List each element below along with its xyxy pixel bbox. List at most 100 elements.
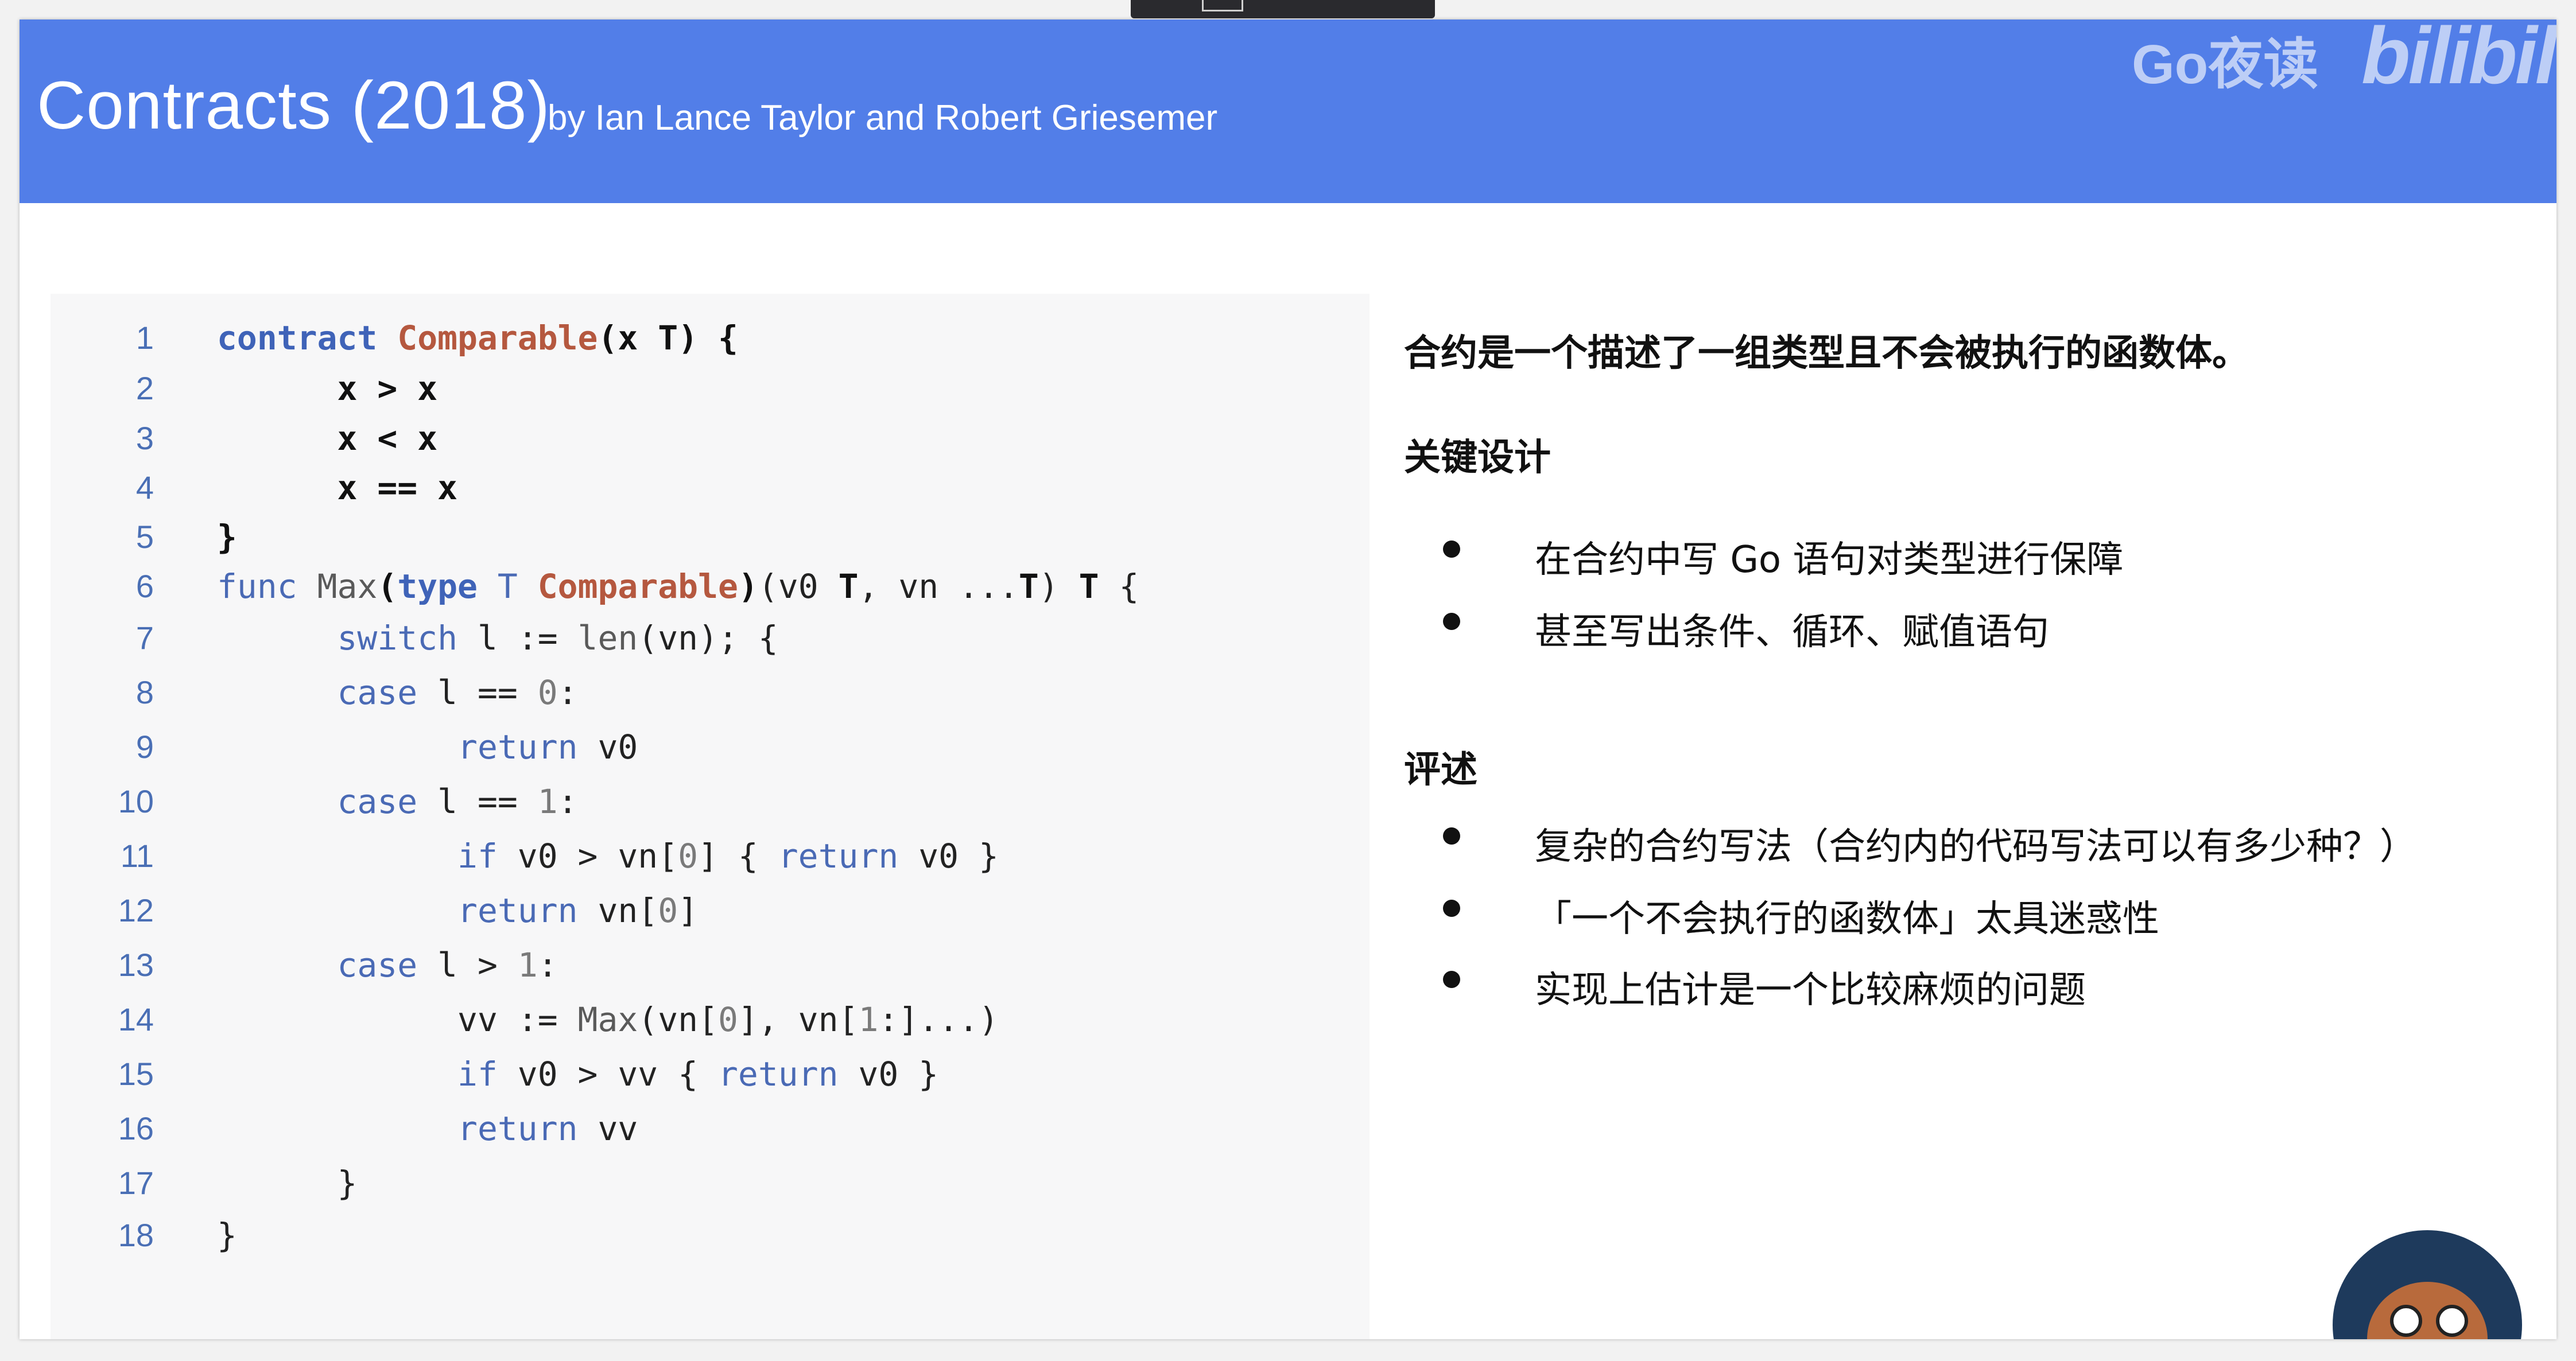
page-title: Contracts (2018) xyxy=(37,68,550,143)
code-token: l := xyxy=(457,619,578,658)
code-token: v0 } xyxy=(838,1055,939,1094)
code-text: func Max(type T Comparable)(v0 T, vn ...… xyxy=(217,561,1139,612)
code-token: 0 xyxy=(658,891,678,930)
code-token: : xyxy=(557,673,578,712)
line-number: 7 xyxy=(135,620,154,656)
code-token: ], vn[ xyxy=(738,1000,859,1039)
line-number: 4 xyxy=(135,469,154,505)
code-text: case l == 1: xyxy=(217,776,578,827)
code-text: } xyxy=(217,1210,237,1261)
code-token: } xyxy=(217,1164,358,1203)
section-title-review: 评述 xyxy=(1404,749,1477,791)
code-token: 1 xyxy=(517,946,538,985)
code-token: type xyxy=(397,567,478,606)
code-token: Comparable xyxy=(397,318,598,357)
line-number: 12 xyxy=(118,892,154,928)
bullet-icon xyxy=(1443,971,1460,988)
code-line: 16 return vv xyxy=(51,1103,1370,1154)
slide-header: Contracts (2018) by Ian Lance Taylor and… xyxy=(20,20,2556,203)
code-line: 14 vv := Max(vn[0], vn[1:]...) xyxy=(51,994,1370,1045)
page-subtitle: by Ian Lance Taylor and Robert Griesemer xyxy=(548,98,1218,138)
code-text: contract Comparable(x T) { xyxy=(217,312,738,364)
code-token: Max xyxy=(577,1000,638,1039)
code-line: 8 case l == 0: xyxy=(51,667,1370,718)
bullet-text: 在合约中写 Go 语句对类型进行保障 xyxy=(1535,539,2124,581)
code-token: { xyxy=(1099,567,1139,606)
code-token: Max xyxy=(317,567,378,606)
code-text: switch l := len(vn); { xyxy=(217,612,778,664)
code-token: vv xyxy=(577,1109,638,1148)
code-text: return vv xyxy=(217,1103,638,1154)
line-number: 18 xyxy=(118,1217,154,1253)
code-token: (x T) { xyxy=(598,318,738,357)
code-token: v0 xyxy=(577,728,638,767)
window-top-tab-indicator xyxy=(1202,0,1243,11)
code-token: len xyxy=(577,619,638,658)
code-token: ) xyxy=(738,567,758,606)
code-token: 1 xyxy=(537,782,558,821)
code-line: 4 x == x xyxy=(51,462,1370,514)
code-token: x < x xyxy=(217,419,438,458)
slide: Contracts (2018) by Ian Lance Taylor and… xyxy=(20,20,2556,1339)
code-token: l == xyxy=(417,782,538,821)
mascot-eye-left xyxy=(2390,1305,2422,1337)
bullet-text: 实现上估计是一个比较麻烦的问题 xyxy=(1535,969,2086,1012)
code-token: contract xyxy=(217,318,378,357)
code-text: x > x xyxy=(217,363,438,414)
code-text: } xyxy=(217,511,237,563)
code-text: } xyxy=(217,1157,358,1209)
code-token: v0 > vv { xyxy=(497,1055,718,1094)
code-text: x == x xyxy=(217,462,458,514)
code-text: return vn[0] xyxy=(217,885,698,936)
line-number: 9 xyxy=(135,729,154,765)
code-token: T xyxy=(497,567,518,606)
bullet-icon xyxy=(1443,900,1460,917)
line-number: 11 xyxy=(120,838,154,874)
code-line: 7 switch l := len(vn); { xyxy=(51,612,1370,664)
code-token: : xyxy=(557,782,578,821)
code-line: 3 x < x xyxy=(51,413,1370,464)
section-title-key-design: 关键设计 xyxy=(1404,437,1551,479)
bullet-icon xyxy=(1443,827,1460,845)
line-number: 1 xyxy=(135,320,154,356)
code-line: 12 return vn[0] xyxy=(51,885,1370,936)
code-token: :]...) xyxy=(878,1000,999,1039)
line-number: 17 xyxy=(118,1165,154,1201)
line-number: 8 xyxy=(135,674,154,710)
code-token: return xyxy=(457,728,578,767)
code-token: 1 xyxy=(858,1000,879,1039)
code-token: T xyxy=(1078,567,1099,606)
line-number: 13 xyxy=(118,947,154,983)
code-line: 6 func Max(type T Comparable)(v0 T, vn ..… xyxy=(51,561,1370,612)
code-token: ( xyxy=(377,567,398,606)
code-token: Comparable xyxy=(537,567,738,606)
window-top-tab[interactable] xyxy=(1131,0,1435,18)
code-line: 10 case l == 1: xyxy=(51,776,1370,827)
code-token: T xyxy=(838,567,859,606)
line-number: 2 xyxy=(135,370,154,406)
code-text: case l > 1: xyxy=(217,939,558,991)
code-text: vv := Max(vn[0], vn[1:]...) xyxy=(217,994,999,1045)
code-token: return xyxy=(457,891,578,930)
line-number: 14 xyxy=(118,1001,154,1037)
code-token: } xyxy=(217,1216,237,1255)
code-token: func xyxy=(217,567,297,606)
code-text: if v0 > vv { return v0 } xyxy=(217,1048,938,1100)
code-token: switch xyxy=(337,619,458,658)
code-token: ) xyxy=(1038,567,1079,606)
bullet-text: 「一个不会执行的函数体」太具迷惑性 xyxy=(1535,898,2159,940)
bullet-text: 甚至写出条件、循环、赋值语句 xyxy=(1535,611,2049,654)
code-line: 2 x > x xyxy=(51,363,1370,414)
code-token: T xyxy=(1018,567,1039,606)
code-token: vv := xyxy=(217,1000,578,1039)
bullet-icon xyxy=(1443,540,1460,558)
code-line: 11 if v0 > vn[0] { return v0 } xyxy=(51,830,1370,882)
